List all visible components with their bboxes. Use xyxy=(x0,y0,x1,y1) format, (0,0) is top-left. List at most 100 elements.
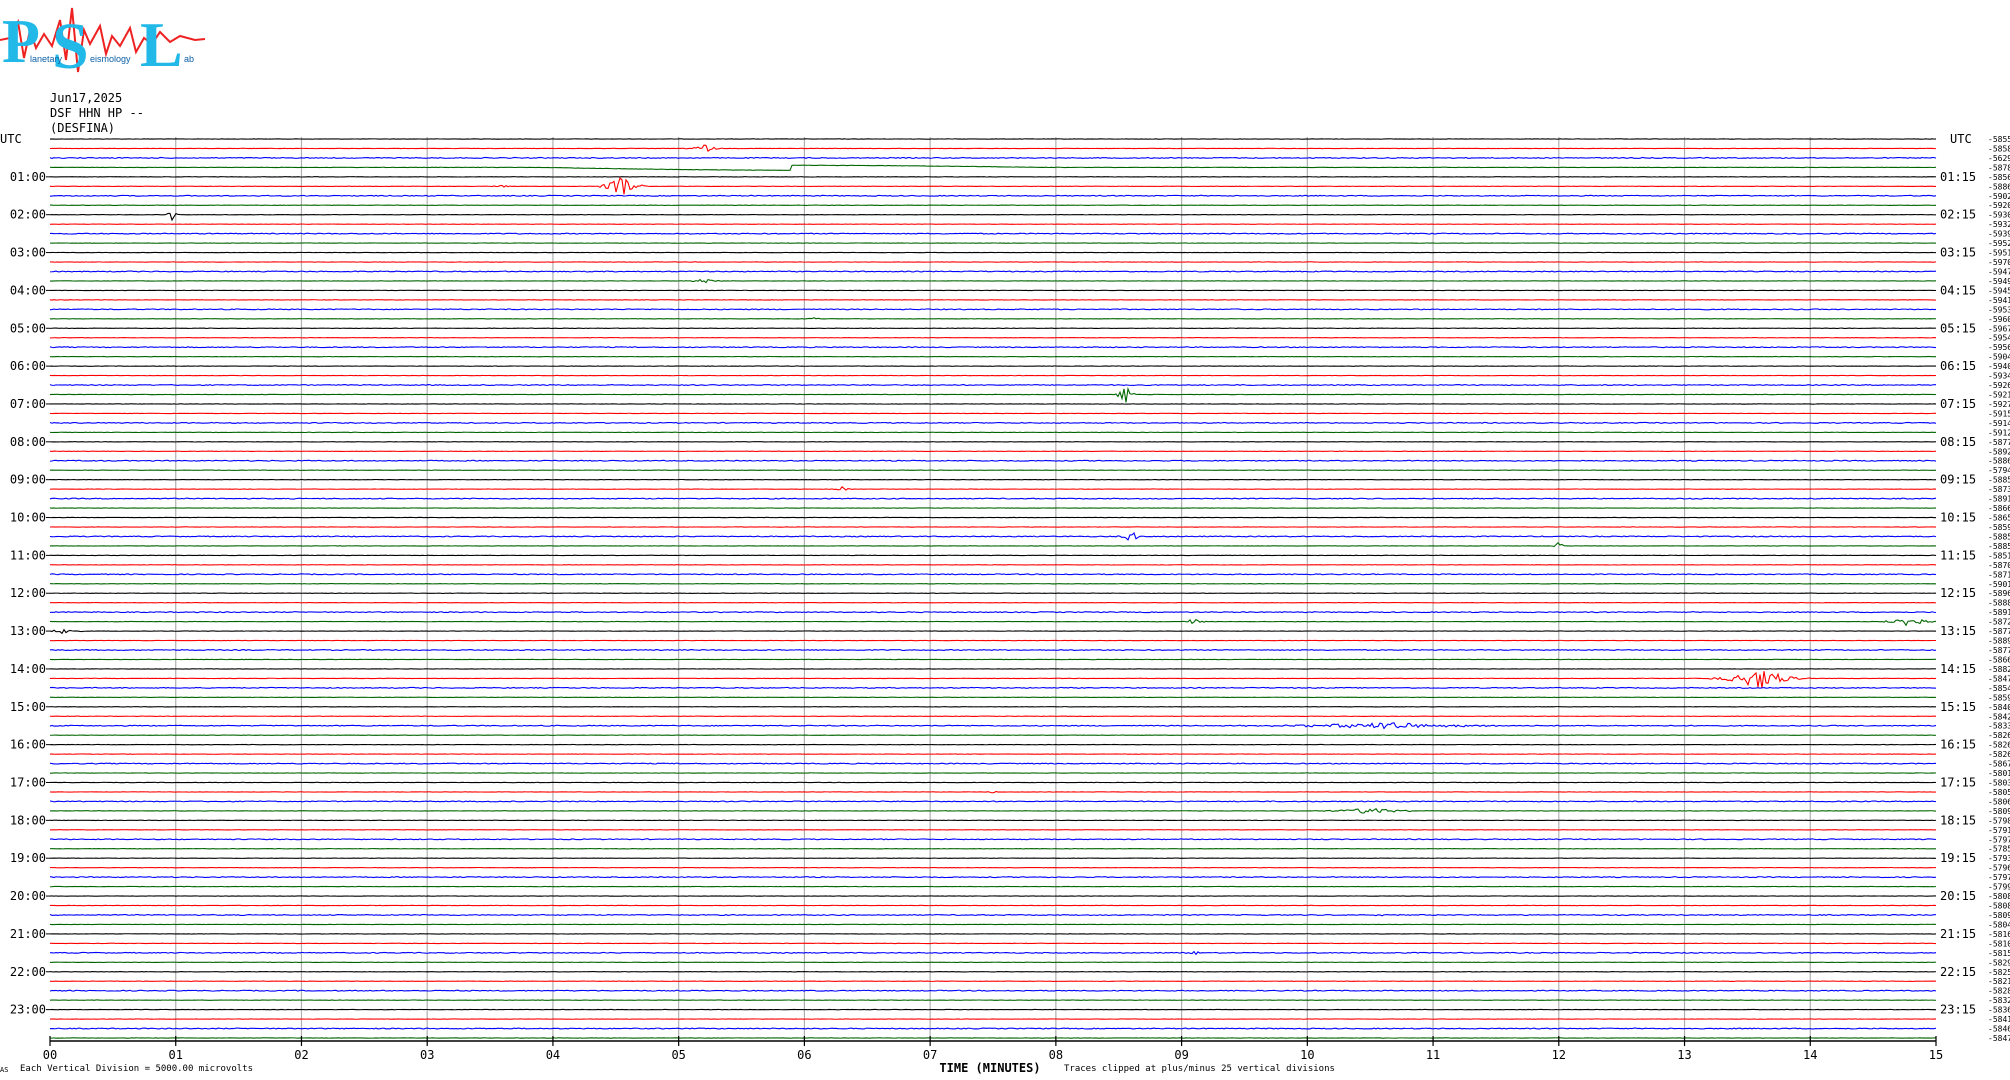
offset-label: -5891 xyxy=(1988,608,2010,617)
trace-line xyxy=(49,485,1937,491)
trace-line xyxy=(49,618,1937,627)
offset-label: -5892 xyxy=(1988,447,2010,456)
hour-label-right: 22:15 xyxy=(1940,965,1976,979)
trace-line xyxy=(49,790,1937,794)
trace-line xyxy=(49,212,1937,222)
offset-label: -5940 xyxy=(1988,362,2010,371)
x-axis-label: TIME (MINUTES) xyxy=(939,1061,1040,1075)
hour-label-right: 17:15 xyxy=(1940,775,1976,789)
trace-line xyxy=(49,278,1937,284)
x-tick-label: 08 xyxy=(1049,1048,1063,1062)
offset-label: -5886 xyxy=(1988,182,2010,191)
offset-label: -5832 xyxy=(1988,996,2010,1005)
hour-label-right: 03:15 xyxy=(1940,246,1976,260)
trace-line xyxy=(49,497,1937,500)
offset-label: -5866 xyxy=(1988,655,2010,664)
x-tick-label: 03 xyxy=(420,1048,434,1062)
offset-label: -5826 xyxy=(1988,741,2010,750)
offset-label: -5952 xyxy=(1988,239,2010,248)
offset-label: -5915 xyxy=(1988,409,2010,418)
offset-label: -5912 xyxy=(1988,428,2010,437)
offset-label: -5904 xyxy=(1988,353,2010,362)
offset-label: -5872 xyxy=(1988,618,2010,627)
offset-label: -5926 xyxy=(1988,381,2010,390)
scale-note: Each Vertical Division = 5000.00 microvo… xyxy=(20,1064,253,1074)
trace-line xyxy=(49,671,1937,689)
x-tick-label: 15 xyxy=(1929,1048,1943,1062)
x-tick-label: 10 xyxy=(1300,1048,1314,1062)
hour-label-right: 13:15 xyxy=(1940,624,1976,638)
offset-label: -5798 xyxy=(1988,816,2010,825)
x-tick-label: 02 xyxy=(294,1048,308,1062)
trace-line xyxy=(49,194,1937,197)
hour-label-left: 22:00 xyxy=(10,965,46,979)
offset-label: -5932 xyxy=(1988,220,2010,229)
offset-label: -5882 xyxy=(1988,665,2010,674)
hour-label-right: 23:15 xyxy=(1940,1003,1976,1017)
hour-label-left: 08:00 xyxy=(10,435,46,449)
offset-label: -5840 xyxy=(1988,703,2010,712)
hour-label-right: 21:15 xyxy=(1940,927,1976,941)
offset-label: -5867 xyxy=(1988,760,2010,769)
offset-label: -5873 xyxy=(1988,485,2010,494)
clip-note: Traces clipped at plus/minus 25 vertical… xyxy=(1064,1064,1335,1074)
hour-label-right: 19:15 xyxy=(1940,851,1976,865)
x-tick-label: 01 xyxy=(169,1048,183,1062)
trace-line xyxy=(49,317,1937,320)
trace-line xyxy=(49,177,1937,195)
trace-line xyxy=(49,611,1937,614)
trace-line xyxy=(49,270,1937,273)
offset-label: -5914 xyxy=(1988,419,2010,428)
offset-label: -5629 xyxy=(1988,154,2010,163)
offset-label: -5859 xyxy=(1988,693,2010,702)
trace-line xyxy=(49,876,1937,879)
hour-label-left: 19:00 xyxy=(10,851,46,865)
offset-label: -5810 xyxy=(1988,939,2010,948)
hour-label-left: 06:00 xyxy=(10,359,46,373)
offset-label: -5842 xyxy=(1988,712,2010,721)
trace-line xyxy=(49,384,1937,387)
trace-line xyxy=(49,459,1937,462)
offset-label: -5891 xyxy=(1988,495,2010,504)
hour-label-left: 05:00 xyxy=(10,321,46,335)
hour-label-right: 06:15 xyxy=(1940,359,1976,373)
offset-label: -5851 xyxy=(1988,551,2010,560)
offset-label: -5865 xyxy=(1988,514,2010,523)
hour-label-left: 01:00 xyxy=(10,170,46,184)
trace-line xyxy=(49,838,1937,841)
offset-label: -5902 xyxy=(1988,192,2010,201)
offset-label: -5808 xyxy=(1988,892,2010,901)
offset-label: -5920 xyxy=(1988,201,2010,210)
helicorder-plot: UTC UTC 01:00 02:00 03:00 04:00 05:00 06:00 07:0… xyxy=(0,132,2010,1075)
trace-line xyxy=(49,1027,1937,1030)
trace-line xyxy=(49,628,1937,635)
trace-line xyxy=(49,722,1937,730)
offset-label: -5970 xyxy=(1988,258,2010,267)
offset-label: -5858 xyxy=(1988,144,2010,153)
offset-label: -5804 xyxy=(1988,920,2010,929)
offset-label: -5847 xyxy=(1988,1034,2010,1043)
left-axis-title: UTC xyxy=(0,132,22,146)
hour-label-right: 08:15 xyxy=(1940,435,1976,449)
offset-label: -5956 xyxy=(1988,343,2010,352)
x-tick-label: 07 xyxy=(923,1048,937,1062)
offset-label: -5856 xyxy=(1988,173,2010,182)
hour-label-left: 13:00 xyxy=(10,624,46,638)
offset-label: -5794 xyxy=(1988,466,2010,475)
offset-label: -5797 xyxy=(1988,873,2010,882)
trace-line xyxy=(49,989,1937,992)
trace-line xyxy=(49,762,1937,765)
offset-label: -5847 xyxy=(1988,674,2010,683)
hour-label-right: 18:15 xyxy=(1940,813,1976,827)
offset-label: -5877 xyxy=(1988,627,2010,636)
hour-label-right: 04:15 xyxy=(1940,283,1976,297)
trace-line xyxy=(49,541,1936,548)
hour-label-right: 02:15 xyxy=(1940,208,1976,222)
offset-label: -5805 xyxy=(1988,788,2010,797)
offset-label: -5930 xyxy=(1988,211,2010,220)
trace-line xyxy=(49,800,1937,803)
offset-label: -5945 xyxy=(1988,286,2010,295)
trace-line xyxy=(49,686,1937,689)
offset-label: -5967 xyxy=(1988,324,2010,333)
offset-label: -5815 xyxy=(1988,949,2010,958)
